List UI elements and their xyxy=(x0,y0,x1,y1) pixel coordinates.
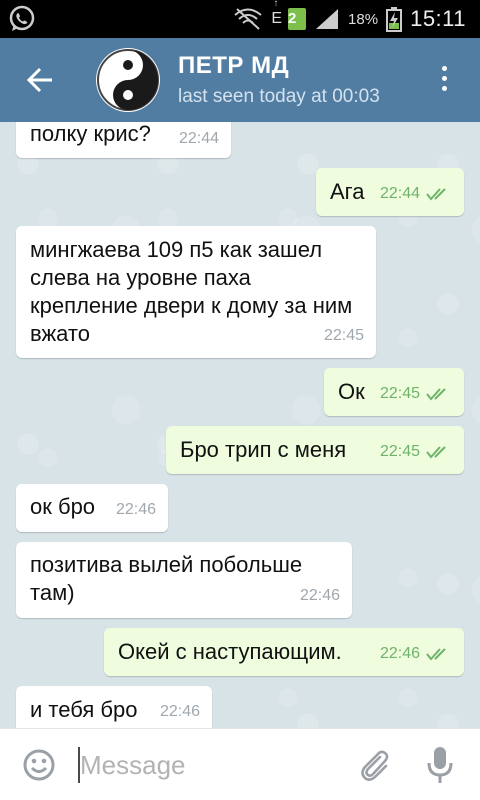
message-text: позитива вылей побольше там) xyxy=(30,552,303,605)
message-bubble[interactable]: Бро трип с меня 22:45 xyxy=(166,426,464,474)
message-text: мингжаева 109 п5 как зашел слева на уров… xyxy=(30,237,353,346)
battery-percent: 18% xyxy=(348,10,379,28)
clock: 15:11 xyxy=(410,6,466,31)
double-check-icon xyxy=(426,446,446,459)
message-time: 22:45 xyxy=(379,443,420,460)
double-check-icon xyxy=(426,648,446,661)
smiley-icon[interactable] xyxy=(22,748,56,782)
message-list[interactable]: полку крис? 22:44 Ага 22:44 мингжаева 10… xyxy=(0,122,480,728)
message-time: 22:44 xyxy=(379,185,420,202)
message-time: 22:46 xyxy=(299,587,340,604)
message-bubble[interactable]: Окей с наступающим. 22:46 xyxy=(104,628,464,676)
message-bubble[interactable]: полку крис? 22:44 xyxy=(16,122,231,158)
message-composer xyxy=(0,728,480,800)
chat-header: ПЕТР МД last seen today at 00:03 xyxy=(0,38,480,122)
message-time: 22:46 xyxy=(379,645,420,662)
message-bubble[interactable]: Ага 22:44 xyxy=(316,168,464,216)
chat-title[interactable]: ПЕТР МД xyxy=(178,52,289,80)
message-time: 22:44 xyxy=(178,130,219,147)
message-bubble[interactable]: мингжаева 109 п5 как зашел слева на уров… xyxy=(16,226,376,358)
status-bar: E 2 18% 15:11 xyxy=(0,0,480,38)
yin-yang-icon xyxy=(97,49,159,111)
double-check-icon xyxy=(426,188,446,201)
more-vert-icon[interactable] xyxy=(432,66,456,96)
message-time: 22:45 xyxy=(379,385,420,402)
microphone-icon[interactable] xyxy=(426,745,454,785)
message-input[interactable] xyxy=(80,745,330,785)
message-time: 22:46 xyxy=(159,703,200,720)
battery-charging-icon xyxy=(386,7,403,32)
sim-indicator: 2 xyxy=(288,8,307,30)
whatsapp-icon xyxy=(9,5,35,31)
paperclip-icon[interactable] xyxy=(356,747,392,783)
double-check-icon xyxy=(426,388,446,401)
arrow-left-icon[interactable] xyxy=(22,62,58,98)
signal-icon xyxy=(316,9,339,29)
wifi-off-icon xyxy=(234,8,263,30)
avatar[interactable] xyxy=(96,48,160,112)
message-bubble[interactable]: и тебя бро 22:46 xyxy=(16,686,212,728)
message-time: 22:46 xyxy=(115,501,156,518)
message-time: 22:45 xyxy=(323,327,364,344)
last-seen-status: last seen today at 00:03 xyxy=(178,86,380,107)
message-bubble[interactable]: Ок 22:45 xyxy=(324,368,464,416)
network-type-indicator: E xyxy=(271,0,282,28)
message-bubble[interactable]: ок бро 22:46 xyxy=(16,484,168,532)
message-bubble[interactable]: позитива вылей побольше там) 22:46 xyxy=(16,542,352,618)
